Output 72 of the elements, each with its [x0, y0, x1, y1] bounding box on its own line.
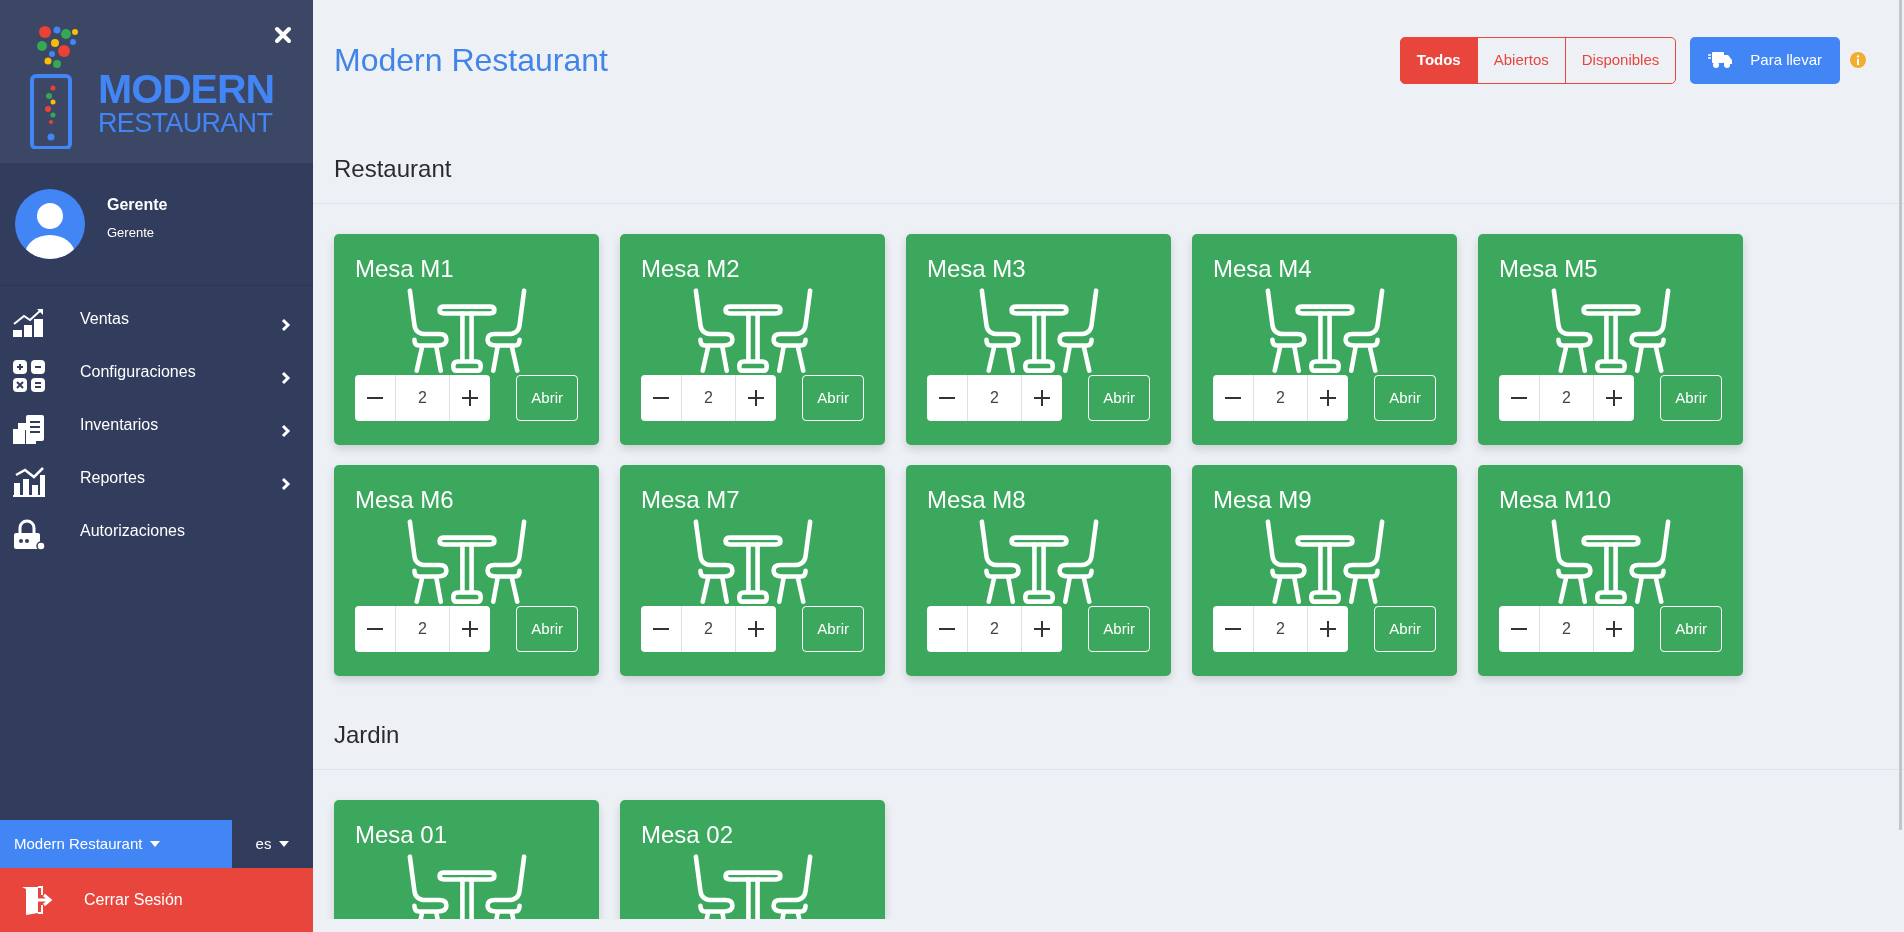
guest-count: 2	[1275, 619, 1286, 639]
menu-icon	[12, 307, 46, 338]
table-name: Mesa M7	[641, 485, 741, 515]
filter-tab[interactable]: Todos	[1399, 36, 1478, 84]
table-name: Mesa M5	[1499, 254, 1599, 284]
table-card[interactable]: Mesa M10 2 Abrir	[1478, 465, 1743, 676]
guest-stepper[interactable]: 2	[927, 375, 1062, 421]
menu-item[interactable]: Configuraciones	[0, 349, 313, 402]
guest-count: 2	[989, 388, 1000, 408]
guest-stepper[interactable]: 2	[1499, 375, 1634, 421]
caret-icon	[279, 841, 290, 847]
guest-stepper[interactable]: 2	[1213, 606, 1348, 652]
guest-count: 2	[703, 388, 714, 408]
logo-text: MODERN	[98, 69, 275, 110]
guest-stepper[interactable]: 2	[1499, 606, 1634, 652]
menu-icon	[12, 412, 46, 445]
section-title: Jardin	[334, 719, 400, 750]
table-card[interactable]: Mesa M8 2 Abrir	[906, 465, 1171, 676]
guest-stepper[interactable]: 2	[641, 606, 776, 652]
guest-count: 2	[417, 388, 428, 408]
table-name: Mesa M2	[641, 254, 741, 284]
user-name: Gerente	[107, 195, 168, 216]
guest-stepper[interactable]: 2	[1213, 375, 1348, 421]
takeaway-button[interactable]: Para llevar	[1690, 36, 1840, 84]
guest-count: 2	[1561, 619, 1572, 639]
guest-stepper[interactable]: 2	[355, 606, 490, 652]
language-selector[interactable]: es	[232, 820, 313, 868]
guest-stepper[interactable]: 2	[927, 606, 1062, 652]
guest-count: 2	[417, 619, 428, 639]
close-icon[interactable]	[274, 26, 292, 44]
logo-text: RESTAURANT	[98, 110, 274, 137]
menu-icon	[12, 518, 46, 551]
table-card[interactable]: Mesa M5 2 Abrir	[1478, 234, 1743, 445]
guest-count: 2	[1275, 388, 1286, 408]
restaurant-selector[interactable]: Modern Restaurant	[0, 820, 232, 868]
logout-button[interactable]: Cerrar Sesión	[0, 868, 313, 932]
guest-count: 2	[1561, 388, 1572, 408]
menu-item[interactable]: Reportes	[0, 455, 313, 508]
guest-stepper[interactable]: 2	[355, 375, 490, 421]
table-name: Mesa M9	[1213, 485, 1313, 515]
menu-item[interactable]: Autorizaciones	[0, 508, 313, 561]
table-name: Mesa M6	[355, 485, 455, 515]
menu-icon	[12, 466, 46, 497]
guest-stepper[interactable]: 2	[641, 375, 776, 421]
table-card[interactable]: Mesa M6 2 Abrir	[334, 465, 599, 676]
scrollbar[interactable]	[1899, 0, 1902, 830]
table-name: Mesa M10	[1499, 485, 1613, 515]
guest-count: 2	[703, 619, 714, 639]
section-title: Restaurant	[334, 153, 452, 184]
table-card[interactable]: Mesa M3 2 Abrir	[906, 234, 1171, 445]
table-name: Mesa M8	[927, 485, 1027, 515]
menu-item[interactable]: Ventas	[0, 296, 313, 349]
table-name: Mesa M1	[355, 254, 455, 284]
table-name: Mesa M4	[1213, 254, 1313, 284]
truck-icon	[1708, 51, 1733, 69]
table-card[interactable]: Mesa M2 2 Abrir	[620, 234, 885, 445]
page-title: Modern Restaurant	[334, 41, 609, 80]
menu-item[interactable]: Inventarios	[0, 402, 313, 455]
info-icon[interactable]	[1850, 52, 1866, 68]
table-name: Mesa M3	[927, 254, 1027, 284]
exit-door-icon	[22, 885, 54, 915]
guest-count: 2	[989, 619, 1000, 639]
menu-icon	[12, 359, 46, 392]
caret-icon	[150, 841, 161, 847]
table-card[interactable]: Mesa M4 2 Abrir	[1192, 234, 1457, 445]
table-card[interactable]: Mesa M9 2 Abrir	[1192, 465, 1457, 676]
filter-tab[interactable]: Disponibles	[1564, 36, 1677, 84]
table-card[interactable]: Mesa M1 2 Abrir	[334, 234, 599, 445]
table-card[interactable]: Mesa M7 2 Abrir	[620, 465, 885, 676]
table-name: Mesa 02	[641, 820, 735, 850]
user-role: Gerente	[107, 224, 155, 243]
table-name: Mesa 01	[355, 820, 449, 850]
